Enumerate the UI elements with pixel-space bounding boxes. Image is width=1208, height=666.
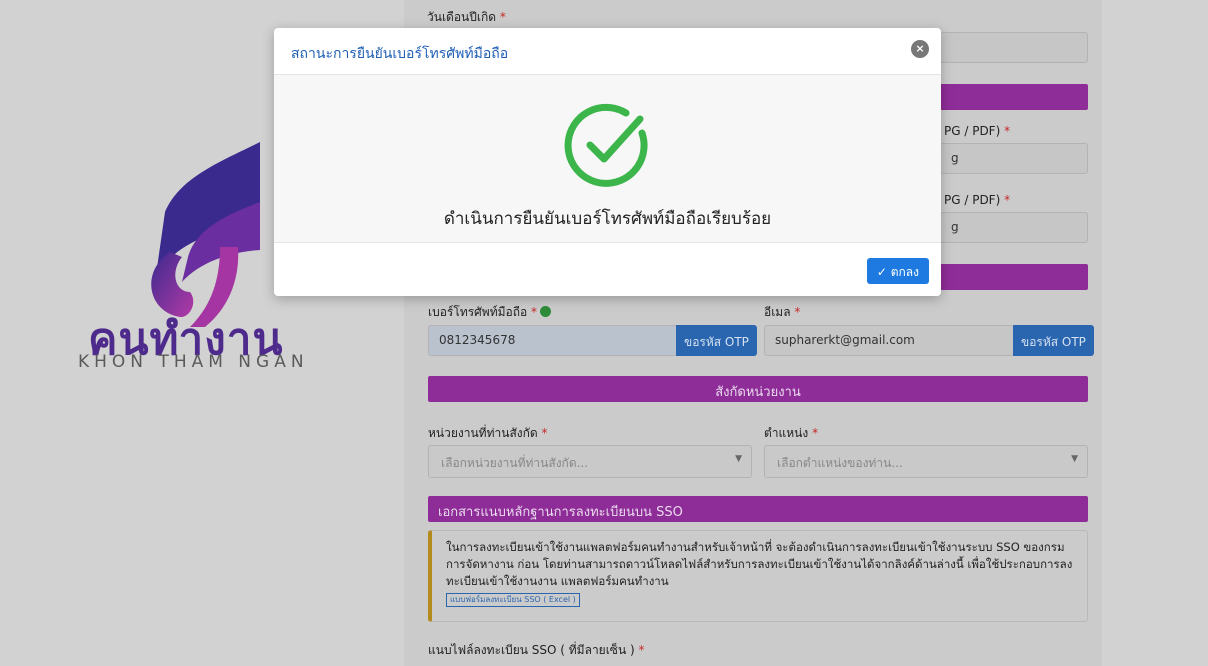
phone-input[interactable]: 0812345678 [428,325,678,356]
sso-band: เอกสารแนบหลักฐานการลงทะเบียนบน SSO [428,496,1088,522]
modal-message: ดำเนินการยืนยันเบอร์โทรศัพท์มือถือเรียบร… [443,209,772,229]
form-right-margin [1102,0,1208,666]
file-input-2[interactable]: g [940,212,1088,243]
phone-verified-check-icon [540,306,552,317]
ok-button-label: ตกลง [890,265,919,279]
email-input[interactable]: supharerkt@gmail.com [764,325,1014,356]
position-select[interactable]: เลือกตำแหน่งของท่าน... ▼ [764,445,1088,478]
upload-band [940,84,1088,110]
contact-band [940,264,1088,290]
chevron-down-icon: ▼ [1071,454,1078,464]
success-check-icon [564,103,648,187]
modal-header: สถานะการยืนยันเบอร์โทรศัพท์มือถือ × [274,28,941,75]
ok-button[interactable]: ✓ ตกลง [866,258,929,284]
modal-footer: ✓ ตกลง [274,243,941,296]
phone-label: เบอร์โทรศัพท์มือถือ * [428,303,552,322]
org-band: สังกัดหน่วยงาน [428,376,1088,402]
dob-input[interactable] [940,32,1088,63]
phone-otp-button[interactable]: ขอรหัส OTP [676,325,757,356]
file-label-2: PG / PDF) * [944,193,1011,207]
modal-title: สถานะการยืนยันเบอร์โทรศัพท์มือถือ [291,46,509,62]
check-icon: ✓ [876,265,887,279]
org-select[interactable]: เลือกหน่วยงานที่ท่านสังกัด... ▼ [428,445,752,478]
sso-form-download-link[interactable]: แบบฟอร์มลงทะเบียน SSO ( Excel ) [446,593,580,607]
phone-verification-modal: สถานะการยืนยันเบอร์โทรศัพท์มือถือ × ดำเน… [274,28,941,296]
email-otp-button[interactable]: ขอรหัส OTP [1013,325,1094,356]
close-icon[interactable]: × [911,40,929,58]
modal-body: ดำเนินการยืนยันเบอร์โทรศัพท์มือถือเรียบร… [274,75,941,243]
file-label-1: PG / PDF) * [944,124,1011,138]
position-label: ตำแหน่ง * [764,426,819,440]
org-label: หน่วยงานที่ท่านสังกัด * [428,426,548,440]
brand-subtitle: KHON THAM NGAN [78,352,309,372]
sso-file-label: แนบไฟล์ลงทะเบียน SSO ( ที่มีลายเซ็น ) * [428,643,645,657]
sso-note: ในการลงทะเบียนเข้าใช้งานแพลตฟอร์มคนทำงาน… [428,530,1088,622]
dob-label: วันเดือนปีเกิด * [427,10,506,24]
chevron-down-icon: ▼ [735,454,742,464]
email-label: อีเมล * [764,305,801,319]
sso-note-text: ในการลงทะเบียนเข้าใช้งานแพลตฟอร์มคนทำงาน… [446,540,1073,588]
file-input-1[interactable]: g [940,143,1088,174]
